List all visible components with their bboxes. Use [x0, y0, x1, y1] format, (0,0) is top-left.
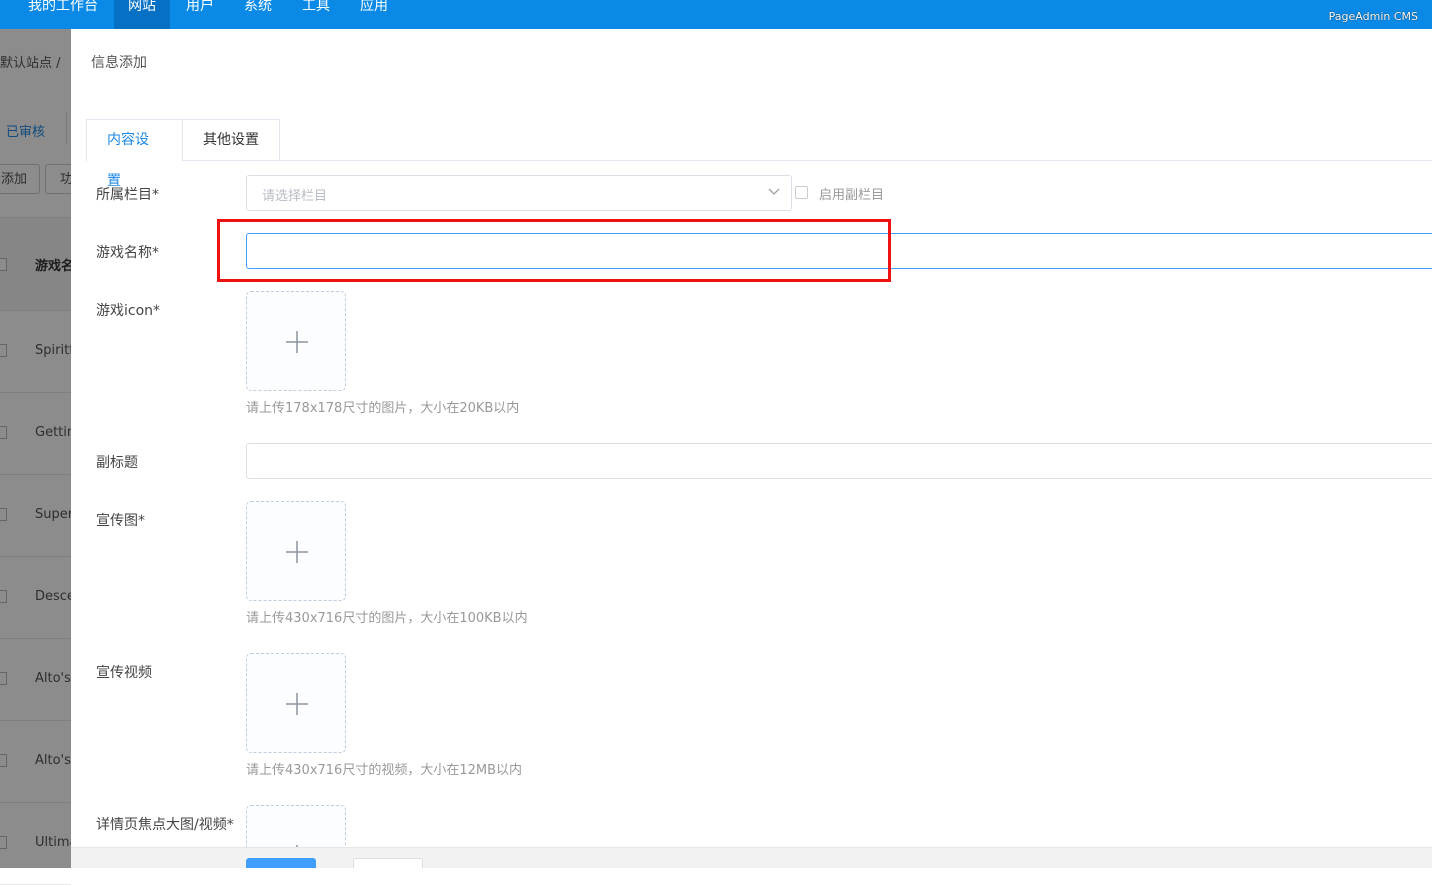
form-tabs: 内容设置 其他设置: [86, 119, 1432, 189]
nav-item-tools[interactable]: 工具: [288, 0, 344, 29]
nav-item-website[interactable]: 网站: [114, 0, 170, 29]
promo-image-label: 宣传图*: [96, 513, 145, 529]
game-icon-upload[interactable]: [246, 291, 346, 391]
subtitle-input[interactable]: [246, 443, 1432, 479]
plus-icon: [286, 541, 308, 563]
info-add-drawer: 信息添加 内容设置 其他设置 所属栏目* 请选择栏目 启用副栏目 游戏名称* 游…: [71, 29, 1432, 868]
chevron-down-icon: [768, 188, 780, 195]
promo-video-upload[interactable]: [246, 653, 346, 753]
detail-focus-label: 详情页焦点大图/视频*: [96, 817, 234, 833]
nav-item-users[interactable]: 用户: [172, 0, 228, 29]
plus-icon: [286, 331, 308, 353]
modal-overlay[interactable]: [0, 29, 71, 868]
category-placeholder: 请选择栏目: [262, 189, 328, 204]
tab-content-settings[interactable]: 内容设置: [86, 119, 183, 189]
game-name-label: 游戏名称*: [96, 245, 159, 261]
promo-image-upload[interactable]: [246, 501, 346, 601]
enable-sub-category-checkbox[interactable]: [795, 186, 808, 199]
promo-video-hint: 请上传430x716尺寸的视频，大小在12MB以内: [246, 763, 522, 778]
nav-item-apps[interactable]: 应用: [346, 0, 402, 29]
category-label: 所属栏目*: [96, 187, 159, 203]
promo-image-hint: 请上传430x716尺寸的图片，大小在100KB以内: [246, 611, 528, 626]
top-navigation-bar: 我的工作台 网站 用户 系统 工具 应用 PageAdmin CMS: [0, 0, 1432, 29]
category-select[interactable]: 请选择栏目: [246, 175, 792, 211]
subtitle-label: 副标题: [96, 455, 138, 471]
brand-label: PageAdmin CMS: [1328, 10, 1418, 23]
red-highlight-annotation: [217, 219, 891, 282]
submit-button[interactable]: [246, 858, 316, 868]
enable-sub-category-label[interactable]: 启用副栏目: [819, 184, 884, 203]
plus-icon: [286, 693, 308, 715]
game-icon-hint: 请上传178x178尺寸的图片，大小在20KB以内: [246, 401, 520, 416]
nav-item-workbench[interactable]: 我的工作台: [14, 0, 112, 29]
promo-video-label: 宣传视频: [96, 665, 152, 681]
footer-action-bar: [71, 847, 1432, 868]
game-icon-label: 游戏icon*: [96, 303, 161, 319]
tab-other-settings[interactable]: 其他设置: [183, 119, 280, 160]
nav-item-system[interactable]: 系统: [230, 0, 286, 29]
drawer-title: 信息添加: [91, 55, 147, 71]
cancel-button[interactable]: [353, 858, 423, 868]
